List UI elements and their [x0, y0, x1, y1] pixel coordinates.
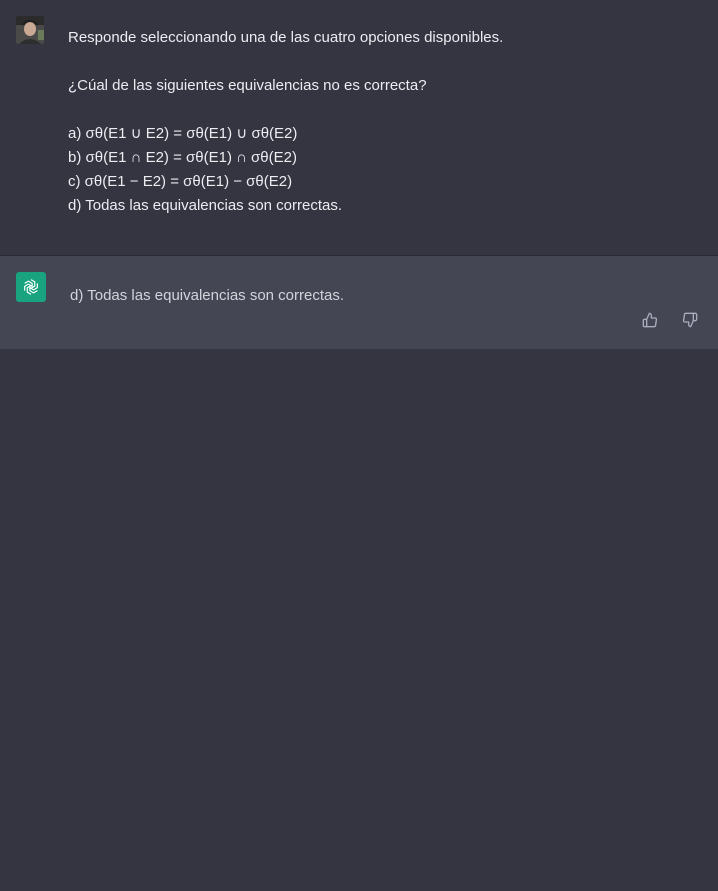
- openai-logo-icon: [16, 272, 46, 302]
- prompt-instruction: Responde seleccionando una de las cuatro…: [68, 29, 504, 46]
- chat-page: Responde seleccionando una de las cuatro…: [0, 0, 718, 891]
- thumbs-up-icon[interactable]: [641, 311, 659, 329]
- user-message-text: Responde seleccionando una de las cuatro…: [68, 26, 688, 218]
- assistant-message: d) Todas las equivalencias son correctas…: [0, 256, 718, 349]
- option-a: a) σθ(E1 ∪ E2) = σθ(E1) ∪ σθ(E2): [68, 125, 298, 142]
- option-b: b) σθ(E1 ∩ E2) = σθ(E1) ∩ σθ(E2): [68, 149, 297, 166]
- prompt-question: ¿Cúal de las siguientes equivalencias no…: [68, 77, 427, 94]
- user-message: Responde seleccionando una de las cuatro…: [0, 0, 718, 256]
- thumbs-down-icon[interactable]: [681, 311, 699, 329]
- option-d: d) Todas las equivalencias son correctas…: [68, 197, 343, 214]
- assistant-message-text: d) Todas las equivalencias son correctas…: [70, 287, 345, 304]
- option-c: c) σθ(E1 − E2) = σθ(E1) − σθ(E2): [68, 173, 293, 190]
- user-avatar: [16, 16, 44, 44]
